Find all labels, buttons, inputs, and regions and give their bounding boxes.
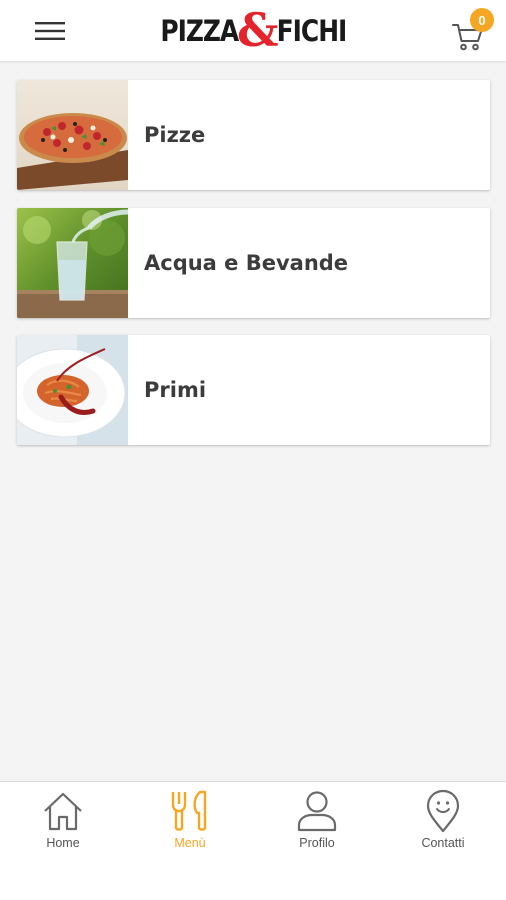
logo-ampersand: &	[237, 3, 279, 57]
category-label: Pizze	[144, 123, 206, 147]
nav-label-contatti: Contatti	[421, 836, 465, 850]
app-screen: PIZZA & FICHI 0 Pizze Acqua e Bevande Pr…	[0, 0, 506, 900]
pizza-photo-icon	[17, 80, 128, 190]
nav-item-menu[interactable]: Menù	[127, 782, 253, 862]
nav-item-home[interactable]: Home	[0, 782, 126, 862]
logo-word-pizza: PIZZA	[160, 14, 240, 48]
nav-label-profilo: Profilo	[299, 836, 335, 850]
user-icon	[297, 791, 337, 832]
nav-item-contatti[interactable]: Contatti	[380, 782, 506, 862]
water-glass-photo-icon	[17, 208, 128, 318]
cart-count-badge: 0	[470, 8, 494, 32]
top-app-bar: PIZZA & FICHI 0	[0, 0, 506, 62]
pasta-plate-photo-icon	[17, 335, 128, 445]
nav-label-home: Home	[46, 836, 80, 850]
bottom-navigation: Home Menù Profilo Contatti	[0, 781, 506, 900]
category-label: Acqua e Bevande	[144, 251, 349, 275]
nav-label-menu: Menù	[174, 836, 206, 850]
hamburger-menu-button[interactable]	[28, 16, 72, 46]
location-smile-icon	[426, 789, 460, 833]
category-card-pizze[interactable]: Pizze	[17, 80, 490, 190]
category-label: Primi	[144, 378, 207, 402]
brand-logo: PIZZA & FICHI	[150, 6, 356, 56]
hamburger-icon	[35, 22, 65, 40]
nav-item-profilo[interactable]: Profilo	[254, 782, 380, 862]
category-card-primi[interactable]: Primi	[17, 335, 490, 445]
menu-category-list: Pizze Acqua e Bevande Primi	[17, 80, 490, 463]
home-icon	[44, 792, 82, 831]
logo-word-fichi: FICHI	[276, 14, 347, 48]
fork-knife-icon	[171, 790, 207, 831]
category-card-acqua-e-bevande[interactable]: Acqua e Bevande	[17, 208, 490, 318]
cart-button[interactable]: 0	[448, 8, 500, 54]
